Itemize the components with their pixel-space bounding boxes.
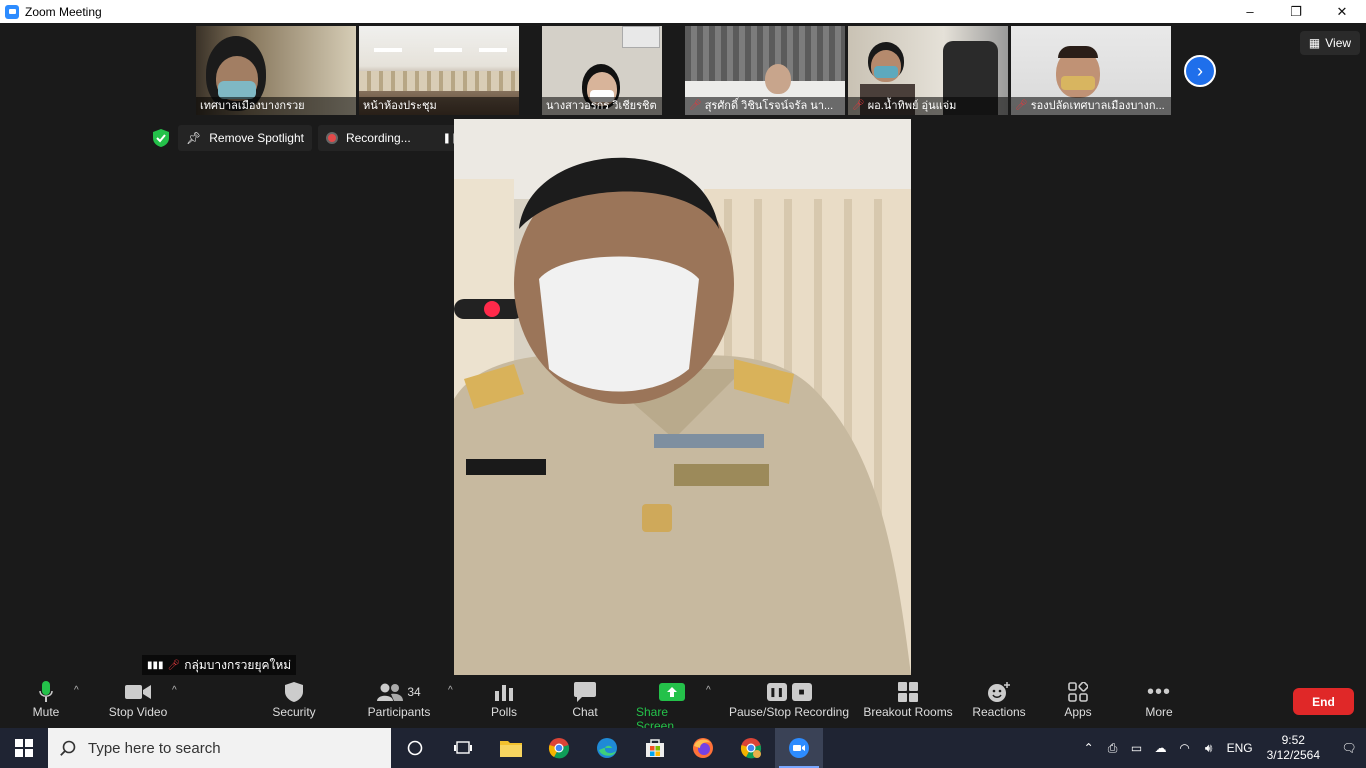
signal-strength-icon: ▮▮▮ xyxy=(147,659,164,671)
spotlight-video xyxy=(454,119,911,675)
end-meeting-button[interactable]: End xyxy=(1293,688,1354,715)
onedrive-cloud-icon[interactable]: ☁ xyxy=(1149,741,1173,755)
participant-thumbnail[interactable]: หน้าห้องประชุม xyxy=(359,26,519,115)
title-bar: Zoom Meeting – ❐ ✕ xyxy=(0,0,1366,23)
notifications-icon[interactable]: 🗨︎ xyxy=(1332,741,1366,755)
meeting-toolbar: Mute ^ Stop Video ^ Security 34 Particip… xyxy=(0,675,1366,733)
chrome-icon[interactable] xyxy=(535,728,583,768)
participants-count: 34 xyxy=(407,685,421,699)
remove-spotlight-button[interactable]: 📌︎ Remove Spotlight xyxy=(178,125,312,151)
smiley-plus-icon xyxy=(988,679,1010,705)
more-button[interactable]: ••• More xyxy=(1144,679,1174,720)
muted-mic-icon: 🎤︎ xyxy=(689,100,702,111)
shield-icon xyxy=(285,679,303,705)
participant-name: เทศบาลเมืองบางกรวย xyxy=(200,100,305,112)
windows-taskbar: Type here to search ⌃ ⎙ ▭ ☁ ◠ 🔊︎ ENG 9:5… xyxy=(0,728,1366,768)
participant-name: ผอ.น้ำทิพย์ อุ่นแจ่ม xyxy=(867,100,957,112)
thumbnail-strip: เทศบาลเมืองบางกรวย หน้าห้องประชุม นางสาว… xyxy=(196,26,1171,115)
meeting-stage: เทศบาลเมืองบางกรวย หน้าห้องประชุม นางสาว… xyxy=(0,23,1366,675)
chat-bubble-icon xyxy=(574,679,596,705)
reactions-button[interactable]: Reactions xyxy=(970,679,1028,719)
meet-now-icon[interactable]: ⎙ xyxy=(1101,741,1125,756)
participant-name: รองปลัดเทศบาลเมืองบางก... xyxy=(1030,100,1165,112)
microphone-icon xyxy=(39,679,53,705)
taskbar-search-box[interactable]: Type here to search xyxy=(48,728,391,768)
security-button[interactable]: Security xyxy=(270,679,318,719)
participant-thumbnail[interactable]: เทศบาลเมืองบางกรวย xyxy=(196,26,356,115)
window-title: Zoom Meeting xyxy=(25,4,102,19)
polls-button[interactable]: Polls xyxy=(488,679,520,719)
view-button[interactable]: ▦ View xyxy=(1300,31,1360,55)
apps-icon xyxy=(1068,679,1088,705)
task-view-icon[interactable] xyxy=(439,728,487,768)
zoom-taskbar-icon[interactable] xyxy=(775,728,823,768)
volume-icon[interactable]: 🔊︎ xyxy=(1197,741,1221,756)
breakout-rooms-button[interactable]: Breakout Rooms xyxy=(862,679,954,719)
participant-name: สุรศักดิ์ วิชินโรจน์จรัล นา... xyxy=(704,100,834,112)
pause-icon: ❚❚ xyxy=(766,683,787,701)
participants-options-caret-icon[interactable]: ^ xyxy=(448,685,453,696)
apps-button[interactable]: Apps xyxy=(1062,679,1094,719)
muted-mic-icon: 🎤︎ xyxy=(852,100,865,111)
chrome-profile-icon[interactable] xyxy=(727,728,775,768)
pin-icon: 📌︎ xyxy=(186,131,202,145)
audio-options-caret-icon[interactable]: ^ xyxy=(74,685,79,696)
restore-button[interactable]: ❐ xyxy=(1273,0,1319,23)
participants-icon: 34 xyxy=(377,679,421,705)
wifi-icon[interactable]: ◠ xyxy=(1173,741,1197,755)
close-button[interactable]: ✕ xyxy=(1319,0,1365,23)
stop-icon: ■ xyxy=(791,683,812,701)
status-row: 📌︎ Remove Spotlight Recording... ❚❚ ■ xyxy=(150,125,494,151)
zoom-logo-icon xyxy=(5,4,19,19)
microsoft-store-icon[interactable] xyxy=(631,728,679,768)
video-camera-icon xyxy=(125,679,151,705)
participants-button[interactable]: 34 Participants xyxy=(366,679,432,719)
participant-thumbnail[interactable]: นางสาวอรกร วิเชียรชิต xyxy=(542,26,662,115)
grid-view-icon: ▦ xyxy=(1308,36,1321,50)
minimize-button[interactable]: – xyxy=(1227,0,1273,23)
more-dots-icon: ••• xyxy=(1146,680,1171,703)
edge-icon[interactable] xyxy=(583,728,631,768)
mute-button[interactable]: Mute xyxy=(30,679,62,719)
share-screen-arrow-icon xyxy=(659,679,685,705)
battery-icon[interactable]: ▭ xyxy=(1125,741,1149,755)
participant-thumbnail[interactable]: 🎤︎ สุรศักดิ์ วิชินโรจน์จรัล นา... xyxy=(685,26,845,115)
input-language[interactable]: ENG xyxy=(1227,741,1253,755)
file-explorer-icon[interactable] xyxy=(487,728,535,768)
cortana-circle-icon[interactable] xyxy=(391,728,439,768)
search-icon xyxy=(60,740,76,756)
encryption-shield-icon[interactable] xyxy=(150,127,172,149)
next-page-arrow-icon[interactable]: › xyxy=(1184,55,1216,87)
participant-thumbnail[interactable]: 🎤︎ รองปลัดเทศบาลเมืองบางก... xyxy=(1011,26,1171,115)
video-options-caret-icon[interactable]: ^ xyxy=(172,685,177,696)
windows-start-icon[interactable] xyxy=(0,728,48,768)
system-tray: ⌃ ⎙ ▭ ☁ ◠ 🔊︎ ENG 9:52 3/12/2564 🗨︎ xyxy=(1077,728,1366,768)
stop-video-button[interactable]: Stop Video xyxy=(106,679,170,719)
muted-mic-icon: 🎤︎ xyxy=(1015,100,1028,111)
pause-stop-recording-button[interactable]: ❚❚ ■ Pause/Stop Recording xyxy=(728,679,850,719)
breakout-grid-icon xyxy=(898,679,918,705)
participant-thumbnail[interactable]: 🎤︎ ผอ.น้ำทิพย์ อุ่นแจ่ม xyxy=(848,26,1008,115)
active-speaker-label: ▮▮▮ 🎤︎ กลุ่มบางกรวยยุคใหม่ xyxy=(142,655,297,675)
share-screen-button[interactable]: Share Screen xyxy=(636,679,708,733)
show-hidden-icons-chevron-icon[interactable]: ⌃ xyxy=(1077,741,1101,755)
participant-name: หน้าห้องประชุม xyxy=(363,100,437,112)
bar-chart-icon xyxy=(495,679,513,705)
firefox-icon[interactable] xyxy=(679,728,727,768)
recording-dot-icon xyxy=(325,132,338,144)
muted-mic-icon: 🎤︎ xyxy=(167,659,181,671)
taskbar-clock[interactable]: 9:52 3/12/2564 xyxy=(1267,733,1320,763)
participant-name: นางสาวอรกร วิเชียรชิต xyxy=(546,100,657,112)
chat-button[interactable]: Chat xyxy=(570,679,600,719)
share-options-caret-icon[interactable]: ^ xyxy=(706,685,711,696)
